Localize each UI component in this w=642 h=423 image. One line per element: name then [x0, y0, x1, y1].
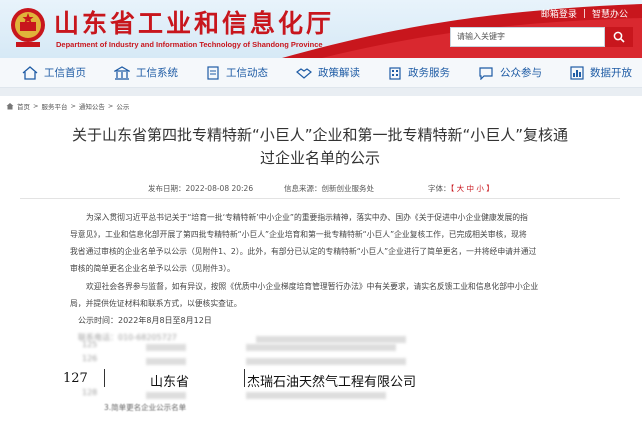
- site-title: 山东省工业和信息化厅: [54, 9, 335, 38]
- breadcrumb-notices[interactable]: 通知公告: [79, 101, 105, 111]
- nav-item-system[interactable]: 工信系统: [100, 58, 192, 88]
- info-source: 信息来源：创新创业服务处: [284, 183, 374, 194]
- blurred-text: [246, 344, 396, 351]
- blurred-text: [246, 392, 386, 399]
- paragraph-line: 我省通过审核的企业名单予以公示（见附件1、2）。此外，有部分已认定的专精特新“小…: [70, 247, 537, 256]
- nav-item-participate[interactable]: 公众参与: [464, 58, 556, 88]
- nav-label: 工信系统: [136, 67, 178, 79]
- breadcrumb-separator: >: [33, 102, 39, 110]
- paragraph-line: 审核的简单更名企业名单予以公示（见附件3）。: [70, 264, 235, 273]
- nav-item-home[interactable]: 工信首页: [0, 58, 100, 88]
- nav-label: 数据开放: [590, 67, 632, 79]
- nav-item-news[interactable]: 工信动态: [192, 58, 282, 88]
- home-icon: [22, 65, 38, 80]
- breadcrumb-separator: >: [107, 102, 114, 110]
- attachment-note: 3.简单更名企业公示名单: [104, 403, 187, 412]
- top-links: 邮箱登录 | 智慧办公: [541, 7, 628, 21]
- nav-item-services[interactable]: 政务服务: [374, 58, 464, 88]
- handshake-icon: [296, 67, 312, 79]
- paragraph-line: 欢迎社会各界参与监督，如有异议，按照《优质中小企业梯度培育管理暂行办法》中有关要…: [86, 282, 539, 291]
- site-header: 山东省工业和信息化厅 Department of Industry and In…: [0, 0, 642, 58]
- nav-label: 政务服务: [408, 67, 450, 79]
- font-size-options[interactable]: 【 大 中 小 】: [451, 184, 494, 193]
- search-icon: [613, 31, 625, 43]
- article-paragraph-2: 欢迎社会各界参与监督，如有异议，按照《优质中小企业梯度培育管理暂行办法》中有关要…: [70, 278, 580, 312]
- breadcrumb-home[interactable]: 首页: [17, 101, 30, 111]
- breadcrumb-publicity[interactable]: 公示: [116, 101, 129, 111]
- document-icon: [207, 65, 219, 80]
- source-label: 信息来源：: [284, 184, 322, 193]
- font-label: 字体：: [428, 184, 451, 193]
- meta-divider: [20, 198, 620, 199]
- nav-item-policy[interactable]: 政策解读: [282, 58, 374, 88]
- article-title: 关于山东省第四批专精特新“小巨人”企业和第一批专精特新“小巨人”复核通过企业名单…: [71, 126, 569, 167]
- article-paragraph-1: 为深入贯彻习近平总书记关于“培育一批‘专精特新’中小企业”的重要指示精神，落实中…: [70, 209, 580, 277]
- blurred-text: [246, 358, 406, 365]
- paragraph-line: 导意见》，工业和信息化部开展了第四批专精特新“小巨人”企业培育和第一批专精特新“…: [70, 230, 527, 239]
- nav-label: 工信首页: [44, 67, 86, 79]
- nav-item-data[interactable]: 数据开放: [556, 58, 642, 88]
- publicity-period: 公示时间：2022年8月8日至8月12日: [78, 315, 212, 326]
- chat-icon: [479, 66, 493, 80]
- breadcrumb-separator: >: [70, 102, 76, 110]
- date-label: 发布日期：: [148, 184, 186, 193]
- breadcrumb-platform[interactable]: 服务平台: [41, 101, 67, 111]
- blurred-text: [146, 344, 186, 351]
- nav-label: 政策解读: [318, 67, 360, 79]
- breadcrumb: 首页 > 服务平台 > 通知公告 > 公示: [6, 101, 129, 111]
- home-icon: [6, 103, 14, 110]
- row-number: 126: [82, 354, 98, 363]
- nav-label: 公众参与: [500, 67, 542, 79]
- bank-icon: [114, 65, 130, 80]
- smart-office-link[interactable]: 智慧办公: [592, 7, 628, 20]
- row-number: 128: [82, 388, 98, 397]
- mail-login-link[interactable]: 邮箱登录: [541, 7, 577, 20]
- link-separator: |: [582, 8, 586, 19]
- chart-icon: [570, 65, 584, 80]
- table-row: 125: [56, 340, 456, 355]
- period-label: 公示时间：: [78, 316, 118, 325]
- row-number: 125: [82, 340, 98, 349]
- blurred-text: [146, 358, 186, 365]
- site-subtitle: Department of Industry and Information T…: [56, 40, 323, 49]
- blurred-text: [146, 392, 186, 399]
- paragraph-line: 为深入贯彻习近平总书记关于“培育一批‘专精特新’中小企业”的重要指示精神，落实中…: [86, 213, 528, 222]
- date-value: 2022-08-08 20:26: [185, 184, 254, 193]
- main-nav: 工信首页 工信系统 工信动态 政策解读 政务服务 公众参与 数据开放: [0, 58, 642, 88]
- search-input[interactable]: 请输入关键字: [450, 27, 605, 47]
- paragraph-line: 局，并提供佐证材料和联系方式，以便核实查证。: [70, 299, 242, 308]
- row-number: 127: [63, 371, 88, 386]
- nav-label: 工信动态: [226, 67, 268, 79]
- building-icon: [389, 66, 401, 80]
- search-button[interactable]: [605, 27, 633, 47]
- table-row: 126: [56, 354, 456, 369]
- emblem-icon: [11, 8, 45, 47]
- table-divider: [244, 369, 245, 387]
- font-size-control: 字体：【 大 中 小 】: [428, 183, 494, 194]
- table-row: 128: [56, 388, 456, 403]
- source-value: 创新创业服务处: [321, 184, 375, 193]
- table-divider: [104, 369, 105, 387]
- publish-date: 发布日期：2022-08-08 20:26: [148, 183, 253, 194]
- period-value: 2022年8月8日至8月12日: [118, 316, 212, 325]
